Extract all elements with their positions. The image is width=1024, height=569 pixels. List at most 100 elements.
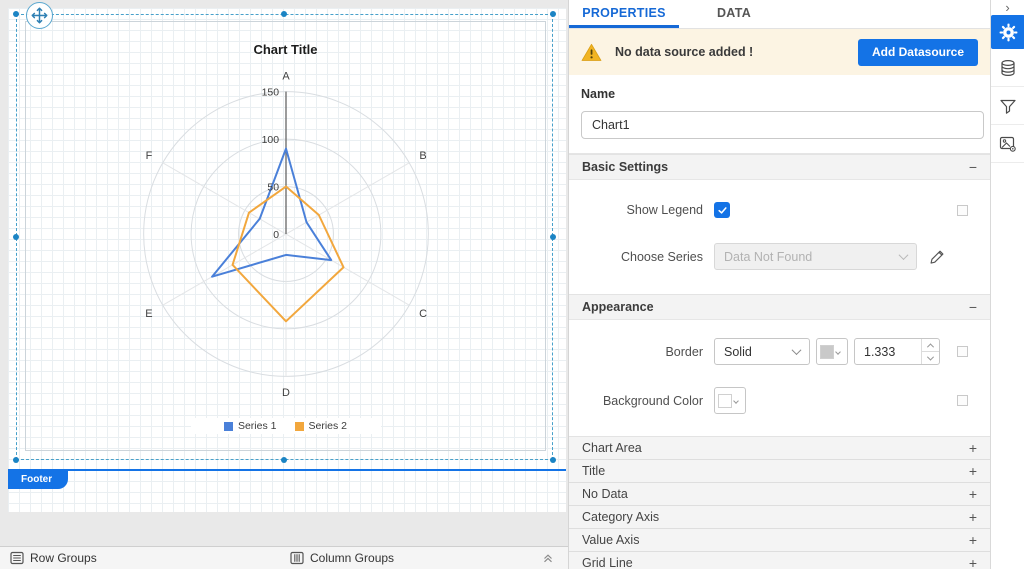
collapsed-sections: Chart Area+Title+No Data+Category Axis+V… <box>569 436 990 569</box>
groups-bar: Row Groups Column Groups <box>0 546 568 569</box>
chevron-down-icon <box>733 398 739 404</box>
add-datasource-button[interactable]: Add Datasource <box>858 39 978 66</box>
choose-series-row: Choose Series Data Not Found <box>569 243 990 270</box>
legend-label: Series 2 <box>309 420 348 432</box>
edit-series-button[interactable] <box>929 248 946 265</box>
border-style-value: Solid <box>724 345 752 359</box>
border-width-input[interactable]: 1.333 <box>854 338 940 365</box>
chevron-up-icon <box>927 343 934 350</box>
legend-swatch <box>224 422 233 431</box>
basic-settings-body: Show Legend Choose Series Data Not Found <box>569 180 990 294</box>
collapse-icon: − <box>969 299 977 315</box>
section-value-axis[interactable]: Value Axis+ <box>569 529 990 552</box>
svg-text:D: D <box>282 387 290 399</box>
resize-handle-s[interactable] <box>281 457 287 463</box>
resize-handle-e[interactable] <box>550 234 556 240</box>
expand-icon: + <box>969 486 977 502</box>
show-legend-label: Show Legend <box>569 203 703 217</box>
section-label: Chart Area <box>582 441 642 455</box>
svg-text:0: 0 <box>273 230 279 241</box>
section-label: Grid Line <box>582 556 633 569</box>
double-chevron-up-icon <box>542 552 554 564</box>
resize-handle-se[interactable] <box>550 457 556 463</box>
footer-band-tab[interactable]: Footer <box>8 471 68 489</box>
border-expression-box[interactable] <box>957 346 968 357</box>
background-color-picker[interactable] <box>714 387 746 414</box>
svg-text:C: C <box>419 308 427 320</box>
section-no-data[interactable]: No Data+ <box>569 483 990 506</box>
stepper <box>921 339 939 364</box>
name-input[interactable] <box>581 111 984 139</box>
column-groups-button[interactable]: Column Groups <box>290 551 394 565</box>
filter-tool-button[interactable] <box>991 87 1024 125</box>
step-up-button[interactable] <box>922 339 939 351</box>
choose-series-select[interactable]: Data Not Found <box>714 243 917 270</box>
design-canvas: Footer 050100150ABCDEF Chart Title Serie… <box>0 0 568 569</box>
background-expression-box[interactable] <box>957 395 968 406</box>
border-row: Border Solid 1.333 <box>569 338 990 365</box>
datasource-tool-button[interactable] <box>991 49 1024 87</box>
legend-swatch <box>295 422 304 431</box>
name-label: Name <box>581 87 982 101</box>
section-category-axis[interactable]: Category Axis + <box>569 506 990 529</box>
show-legend-expression-box[interactable] <box>957 205 968 216</box>
image-gear-icon <box>999 135 1017 153</box>
column-groups-icon <box>290 551 304 565</box>
basic-settings-title: Basic Settings <box>582 160 668 174</box>
image-settings-tool-button[interactable] <box>991 125 1024 163</box>
tab-properties[interactable]: PROPERTIES <box>569 0 679 28</box>
properties-panel: PROPERTIES DATA No data source added ! A… <box>568 0 990 569</box>
move-arrows-icon <box>31 7 48 24</box>
background-color-swatch <box>718 394 732 408</box>
svg-text:B: B <box>419 150 426 162</box>
footer-separator <box>8 469 566 471</box>
svg-text:A: A <box>282 71 290 83</box>
check-icon <box>717 205 728 216</box>
section-chart-area[interactable]: Chart Area + <box>569 437 990 460</box>
border-style-select[interactable]: Solid <box>714 338 810 365</box>
row-groups-icon <box>10 551 24 565</box>
border-color-swatch <box>820 345 834 359</box>
column-groups-label: Column Groups <box>310 551 394 565</box>
collapse-panel-button[interactable]: › <box>991 0 1024 15</box>
warning-text: No data source added ! <box>615 45 753 59</box>
row-groups-button[interactable]: Row Groups <box>10 551 97 565</box>
radar-chart: 050100150ABCDEF <box>26 22 545 450</box>
collapse-groups-button[interactable] <box>542 552 554 567</box>
border-color-picker[interactable] <box>816 338 848 365</box>
svg-text:F: F <box>146 150 153 162</box>
section-title[interactable]: Title + <box>569 460 990 483</box>
resize-handle-sw[interactable] <box>13 457 19 463</box>
move-handle[interactable] <box>26 2 53 29</box>
legend-label: Series 1 <box>238 420 277 432</box>
resize-handle-nw[interactable] <box>13 11 19 17</box>
basic-settings-header[interactable]: Basic Settings − <box>569 154 990 180</box>
show-legend-checkbox[interactable] <box>714 202 730 218</box>
choose-series-label: Choose Series <box>569 250 703 264</box>
svg-text:E: E <box>145 308 152 320</box>
filter-icon <box>999 97 1017 115</box>
resize-handle-ne[interactable] <box>550 11 556 17</box>
expand-icon: + <box>969 509 977 525</box>
properties-tool-button[interactable] <box>991 15 1024 49</box>
tab-data[interactable]: DATA <box>679 0 789 28</box>
expand-icon: + <box>969 463 977 479</box>
row-groups-label: Row Groups <box>30 551 97 565</box>
border-width-value: 1.333 <box>855 339 921 364</box>
svg-text:150: 150 <box>262 88 280 99</box>
section-grid-line[interactable]: Grid Line+ <box>569 552 990 569</box>
step-down-button[interactable] <box>922 351 939 364</box>
choose-series-value: Data Not Found <box>724 250 812 264</box>
expand-icon: + <box>969 440 977 456</box>
appearance-header[interactable]: Appearance − <box>569 294 990 320</box>
legend-item: Series 2 <box>295 420 348 432</box>
appearance-title: Appearance <box>582 300 654 314</box>
chart-report-item[interactable]: 050100150ABCDEF Chart Title Series 1Seri… <box>25 21 546 451</box>
legend-item: Series 1 <box>224 420 277 432</box>
section-label: Title <box>582 464 605 478</box>
svg-text:50: 50 <box>267 183 279 194</box>
section-label: Category Axis <box>582 510 659 524</box>
resize-handle-w[interactable] <box>13 234 19 240</box>
no-datasource-banner: No data source added ! Add Datasource <box>569 29 990 75</box>
resize-handle-n[interactable] <box>281 11 287 17</box>
